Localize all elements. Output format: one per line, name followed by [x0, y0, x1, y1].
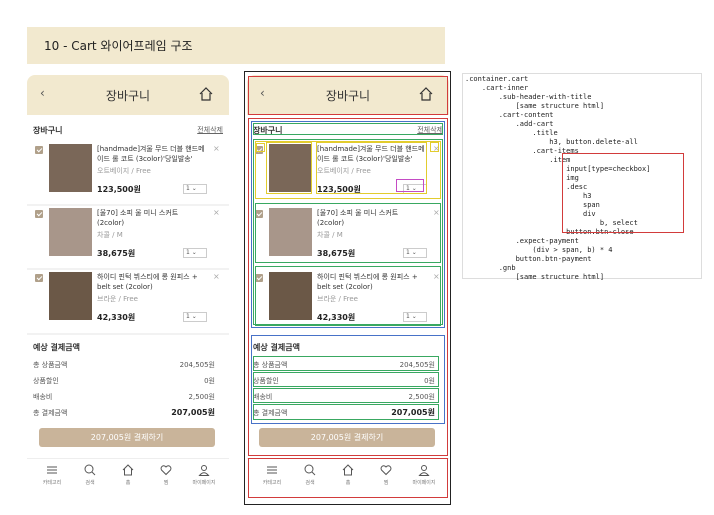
item-price: 123,500원	[97, 185, 141, 194]
code-structure: .container.cart .cart-inner .sub-header-…	[462, 73, 702, 281]
menu-icon	[47, 466, 57, 474]
payment-value: 2,500원	[188, 393, 215, 401]
payment-row-outline	[253, 372, 439, 387]
sub-header: ‹ 장바구니	[27, 75, 229, 115]
section-title: 10 - Cart 와이어프레임 구조	[44, 39, 193, 53]
payment-row: 총 상품금액 204,505원	[33, 358, 215, 372]
select-outline	[396, 179, 424, 192]
item-price: 42,330원	[97, 313, 136, 322]
item-outline-2	[255, 203, 441, 263]
payment-row: 상품할인 0원	[33, 374, 215, 388]
item-price: 38,675원	[97, 249, 136, 258]
item-checkbox[interactable]	[35, 146, 43, 154]
quantity-select[interactable]: 1 ⌄	[183, 312, 207, 322]
item-option: 브라운 / Free	[97, 295, 138, 303]
search-icon	[84, 464, 96, 476]
title-outline	[253, 123, 443, 135]
quantity-value: 1	[186, 313, 190, 320]
divider	[27, 333, 229, 335]
cart-item: [handmade]겨울 무드 더블 핸드메이드 롤 코트 (3color)'당…	[33, 144, 223, 200]
payment-label: 총 결제금액	[33, 409, 68, 417]
item-highlight	[562, 153, 684, 233]
item-image	[49, 272, 92, 320]
gnb-item[interactable]: 카테고리	[32, 464, 72, 486]
cart-item: [울70] 소피 울 미니 스커트 (2color) 차콜 / M 38,675…	[33, 208, 223, 264]
delete-all-button[interactable]: 전체삭제	[197, 125, 223, 135]
payment-title: 예상 결제금액	[33, 343, 80, 352]
heart-icon	[160, 465, 172, 476]
quantity-select[interactable]: 1 ⌄	[183, 184, 207, 194]
item-option: 오트베이지 / Free	[97, 167, 151, 175]
item-checkbox[interactable]	[35, 274, 43, 282]
item-checkbox[interactable]	[35, 210, 43, 218]
gnb-label: 카테고리	[42, 480, 62, 486]
item-outline-3	[255, 266, 441, 326]
item-name: 하이디 핀턱 뷔스티에 롱 원피스 + belt set (2color)	[97, 273, 198, 291]
gnb-item[interactable]: 홈	[108, 464, 148, 486]
close-icon[interactable]: ×	[213, 208, 220, 217]
user-icon	[198, 465, 210, 476]
divider	[27, 268, 229, 270]
item-image	[49, 208, 92, 256]
payment-label: 총 상품금액	[33, 361, 68, 369]
image-outline	[266, 142, 312, 194]
item-option: 차콜 / M	[97, 231, 123, 239]
gnb: 카테고리 검색 홈 찜 마이페이지	[27, 458, 229, 496]
item-image	[49, 144, 92, 192]
payment-row-outline	[253, 388, 439, 403]
payment-row-outline	[253, 404, 439, 420]
gnb-outline	[248, 458, 448, 498]
payment-label: 배송비	[33, 393, 53, 401]
payment-row-total: 총 결제금액 207,005원	[33, 406, 215, 420]
payment-value: 207,005원	[171, 408, 215, 417]
cart-title: 장바구니	[33, 126, 63, 135]
gnb-item[interactable]: 찜	[146, 464, 186, 486]
close-icon[interactable]: ×	[213, 272, 220, 281]
cart-wireframe-plain: ‹ 장바구니 장바구니 전체삭제 [handmade]겨울 무드 더블 핸드메이…	[27, 75, 229, 497]
payment-value: 0원	[204, 377, 215, 385]
gnb-label: 검색	[85, 480, 95, 486]
quantity-select[interactable]: 1 ⌄	[183, 248, 207, 258]
item-name: [울70] 소피 울 미니 스커트 (2color)	[97, 209, 179, 227]
quantity-value: 1	[186, 249, 190, 256]
gnb-item[interactable]: 마이페이지	[184, 464, 224, 486]
gnb-label: 찜	[163, 480, 169, 486]
gnb-label: 홈	[125, 480, 131, 486]
home-icon[interactable]	[199, 87, 213, 101]
sub-header-outline	[248, 76, 448, 115]
payment-row-outline	[253, 356, 439, 371]
close-icon[interactable]: ×	[213, 144, 220, 153]
payment-value: 204,505원	[179, 361, 215, 369]
divider	[27, 204, 229, 206]
home-icon	[122, 464, 134, 476]
gnb-item[interactable]: 검색	[70, 464, 110, 486]
close-outline	[430, 142, 439, 152]
cart-item: 하이디 핀턱 뷔스티에 롱 원피스 + belt set (2color) 브라…	[33, 272, 223, 328]
payment-label: 상품할인	[33, 377, 59, 385]
quantity-value: 1	[186, 185, 190, 192]
item-desc: 하이디 핀턱 뷔스티에 롱 원피스 + belt set (2color) 브라…	[97, 272, 207, 304]
payment-row: 배송비 2,500원	[33, 390, 215, 404]
item-desc: [울70] 소피 울 미니 스커트 (2color) 차콜 / M	[97, 208, 207, 240]
cart-title-row: 장바구니 전체삭제	[33, 125, 223, 137]
section-banner: 10 - Cart 와이어프레임 구조	[27, 27, 445, 64]
gnb-label: 마이페이지	[192, 480, 216, 486]
item-desc: [handmade]겨울 무드 더블 핸드메이드 롤 코트 (3color)'당…	[97, 144, 207, 176]
checkbox-outline	[256, 143, 265, 152]
item-name: [handmade]겨울 무드 더블 핸드메이드 롤 코트 (3color)'당…	[97, 145, 205, 163]
pay-button[interactable]: 207,005원 결제하기	[39, 428, 215, 447]
